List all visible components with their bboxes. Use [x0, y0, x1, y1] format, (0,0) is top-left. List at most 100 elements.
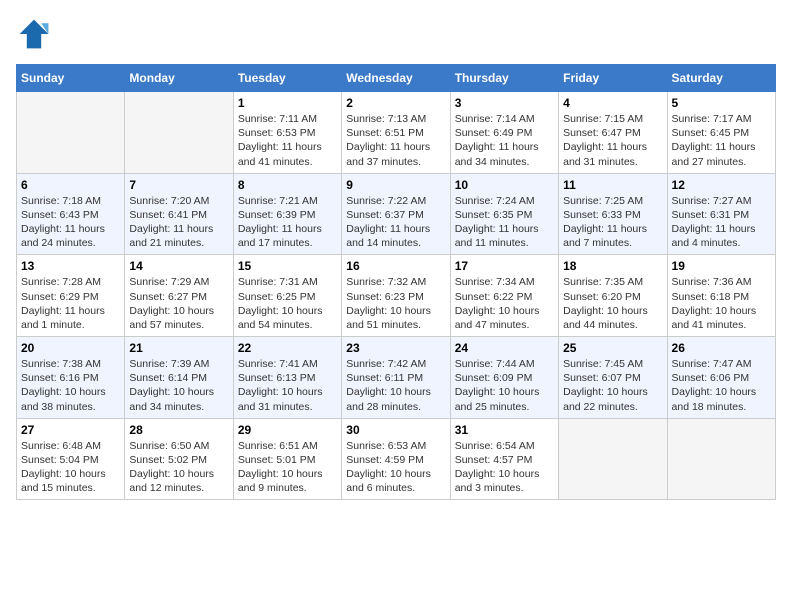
cell-info: Sunrise: 7:13 AMSunset: 6:51 PMDaylight:… [346, 112, 445, 169]
cell-info: Sunrise: 7:31 AMSunset: 6:25 PMDaylight:… [238, 275, 337, 332]
day-number: 17 [455, 259, 554, 273]
table-row: 18 Sunrise: 7:35 AMSunset: 6:20 PMDayligh… [559, 255, 667, 337]
cell-info: Sunrise: 7:42 AMSunset: 6:11 PMDaylight:… [346, 357, 445, 414]
day-header-thursday: Thursday [450, 65, 558, 92]
day-number: 23 [346, 341, 445, 355]
cell-info: Sunrise: 7:36 AMSunset: 6:18 PMDaylight:… [672, 275, 771, 332]
cell-info: Sunrise: 7:32 AMSunset: 6:23 PMDaylight:… [346, 275, 445, 332]
table-row: 14 Sunrise: 7:29 AMSunset: 6:27 PMDayligh… [125, 255, 233, 337]
table-row: 1 Sunrise: 7:11 AMSunset: 6:53 PMDaylight… [233, 92, 341, 174]
cell-info: Sunrise: 7:24 AMSunset: 6:35 PMDaylight:… [455, 194, 554, 251]
cell-info: Sunrise: 7:35 AMSunset: 6:20 PMDaylight:… [563, 275, 662, 332]
table-row: 23 Sunrise: 7:42 AMSunset: 6:11 PMDayligh… [342, 337, 450, 419]
day-number: 31 [455, 423, 554, 437]
cell-info: Sunrise: 7:39 AMSunset: 6:14 PMDaylight:… [129, 357, 228, 414]
cell-info: Sunrise: 7:17 AMSunset: 6:45 PMDaylight:… [672, 112, 771, 169]
day-number: 15 [238, 259, 337, 273]
table-row: 7 Sunrise: 7:20 AMSunset: 6:41 PMDaylight… [125, 173, 233, 255]
day-header-sunday: Sunday [17, 65, 125, 92]
table-row: 9 Sunrise: 7:22 AMSunset: 6:37 PMDaylight… [342, 173, 450, 255]
day-number: 18 [563, 259, 662, 273]
cell-info: Sunrise: 7:29 AMSunset: 6:27 PMDaylight:… [129, 275, 228, 332]
day-number: 26 [672, 341, 771, 355]
day-number: 16 [346, 259, 445, 273]
day-number: 30 [346, 423, 445, 437]
table-row: 20 Sunrise: 7:38 AMSunset: 6:16 PMDayligh… [17, 337, 125, 419]
table-row: 4 Sunrise: 7:15 AMSunset: 6:47 PMDaylight… [559, 92, 667, 174]
day-number: 10 [455, 178, 554, 192]
table-row: 3 Sunrise: 7:14 AMSunset: 6:49 PMDaylight… [450, 92, 558, 174]
table-row: 8 Sunrise: 7:21 AMSunset: 6:39 PMDaylight… [233, 173, 341, 255]
cell-info: Sunrise: 7:18 AMSunset: 6:43 PMDaylight:… [21, 194, 120, 251]
table-row: 22 Sunrise: 7:41 AMSunset: 6:13 PMDayligh… [233, 337, 341, 419]
table-row [559, 418, 667, 500]
cell-info: Sunrise: 7:20 AMSunset: 6:41 PMDaylight:… [129, 194, 228, 251]
table-row: 12 Sunrise: 7:27 AMSunset: 6:31 PMDayligh… [667, 173, 775, 255]
logo [16, 16, 56, 52]
cell-info: Sunrise: 7:27 AMSunset: 6:31 PMDaylight:… [672, 194, 771, 251]
table-row [667, 418, 775, 500]
cell-info: Sunrise: 6:53 AMSunset: 4:59 PMDaylight:… [346, 439, 445, 496]
cell-info: Sunrise: 7:44 AMSunset: 6:09 PMDaylight:… [455, 357, 554, 414]
cell-info: Sunrise: 7:34 AMSunset: 6:22 PMDaylight:… [455, 275, 554, 332]
day-number: 24 [455, 341, 554, 355]
logo-icon [16, 16, 52, 52]
day-number: 3 [455, 96, 554, 110]
table-row: 5 Sunrise: 7:17 AMSunset: 6:45 PMDaylight… [667, 92, 775, 174]
cell-info: Sunrise: 7:21 AMSunset: 6:39 PMDaylight:… [238, 194, 337, 251]
table-row: 29Sunrise: 6:51 AMSunset: 5:01 PMDayligh… [233, 418, 341, 500]
day-header-friday: Friday [559, 65, 667, 92]
table-row: 10 Sunrise: 7:24 AMSunset: 6:35 PMDayligh… [450, 173, 558, 255]
day-number: 8 [238, 178, 337, 192]
cell-info: Sunrise: 7:41 AMSunset: 6:13 PMDaylight:… [238, 357, 337, 414]
cell-info: Sunrise: 7:25 AMSunset: 6:33 PMDaylight:… [563, 194, 662, 251]
day-header-monday: Monday [125, 65, 233, 92]
day-number: 21 [129, 341, 228, 355]
day-number: 19 [672, 259, 771, 273]
day-header-saturday: Saturday [667, 65, 775, 92]
day-header-wednesday: Wednesday [342, 65, 450, 92]
day-number: 1 [238, 96, 337, 110]
day-number: 12 [672, 178, 771, 192]
table-row: 25 Sunrise: 7:45 AMSunset: 6:07 PMDayligh… [559, 337, 667, 419]
cell-info: Sunrise: 7:22 AMSunset: 6:37 PMDaylight:… [346, 194, 445, 251]
cell-info: Sunrise: 7:28 AMSunset: 6:29 PMDaylight:… [21, 275, 120, 332]
cell-info: Sunrise: 7:14 AMSunset: 6:49 PMDaylight:… [455, 112, 554, 169]
table-row: 30 Sunrise: 6:53 AMSunset: 4:59 PMDayligh… [342, 418, 450, 500]
day-number: 4 [563, 96, 662, 110]
day-number: 29 [238, 423, 337, 437]
day-number: 20 [21, 341, 120, 355]
day-number: 27 [21, 423, 120, 437]
table-row: 21 Sunrise: 7:39 AMSunset: 6:14 PMDayligh… [125, 337, 233, 419]
day-number: 9 [346, 178, 445, 192]
table-row: 11 Sunrise: 7:25 AMSunset: 6:33 PMDayligh… [559, 173, 667, 255]
table-row: 28 Sunrise: 6:50 AMSunset: 5:02 PMDayligh… [125, 418, 233, 500]
day-number: 13 [21, 259, 120, 273]
cell-info: Sunrise: 7:45 AMSunset: 6:07 PMDaylight:… [563, 357, 662, 414]
table-row: 19 Sunrise: 7:36 AMSunset: 6:18 PMDayligh… [667, 255, 775, 337]
table-row [17, 92, 125, 174]
day-number: 22 [238, 341, 337, 355]
cell-info: Sunrise: 7:15 AMSunset: 6:47 PMDaylight:… [563, 112, 662, 169]
cell-info: Sunrise: 6:50 AMSunset: 5:02 PMDaylight:… [129, 439, 228, 496]
day-number: 14 [129, 259, 228, 273]
table-row: 27Sunrise: 6:48 AMSunset: 5:04 PMDayligh… [17, 418, 125, 500]
table-row: 24 Sunrise: 7:44 AMSunset: 6:09 PMDayligh… [450, 337, 558, 419]
cell-info: Sunrise: 6:54 AMSunset: 4:57 PMDaylight:… [455, 439, 554, 496]
day-number: 5 [672, 96, 771, 110]
day-number: 25 [563, 341, 662, 355]
cell-info: Sunrise: 7:11 AMSunset: 6:53 PMDaylight:… [238, 112, 337, 169]
day-number: 11 [563, 178, 662, 192]
table-row: 26Sunrise: 7:47 AMSunset: 6:06 PMDayligh… [667, 337, 775, 419]
day-number: 7 [129, 178, 228, 192]
day-number: 6 [21, 178, 120, 192]
cell-info: Sunrise: 7:38 AMSunset: 6:16 PMDaylight:… [21, 357, 120, 414]
day-number: 28 [129, 423, 228, 437]
page-header [16, 16, 776, 52]
table-row: 2Sunrise: 7:13 AMSunset: 6:51 PMDaylight… [342, 92, 450, 174]
table-row: 13 Sunrise: 7:28 AMSunset: 6:29 PMDayligh… [17, 255, 125, 337]
day-header-tuesday: Tuesday [233, 65, 341, 92]
table-row [125, 92, 233, 174]
table-row: 16 Sunrise: 7:32 AMSunset: 6:23 PMDayligh… [342, 255, 450, 337]
table-row: 31 Sunrise: 6:54 AMSunset: 4:57 PMDayligh… [450, 418, 558, 500]
